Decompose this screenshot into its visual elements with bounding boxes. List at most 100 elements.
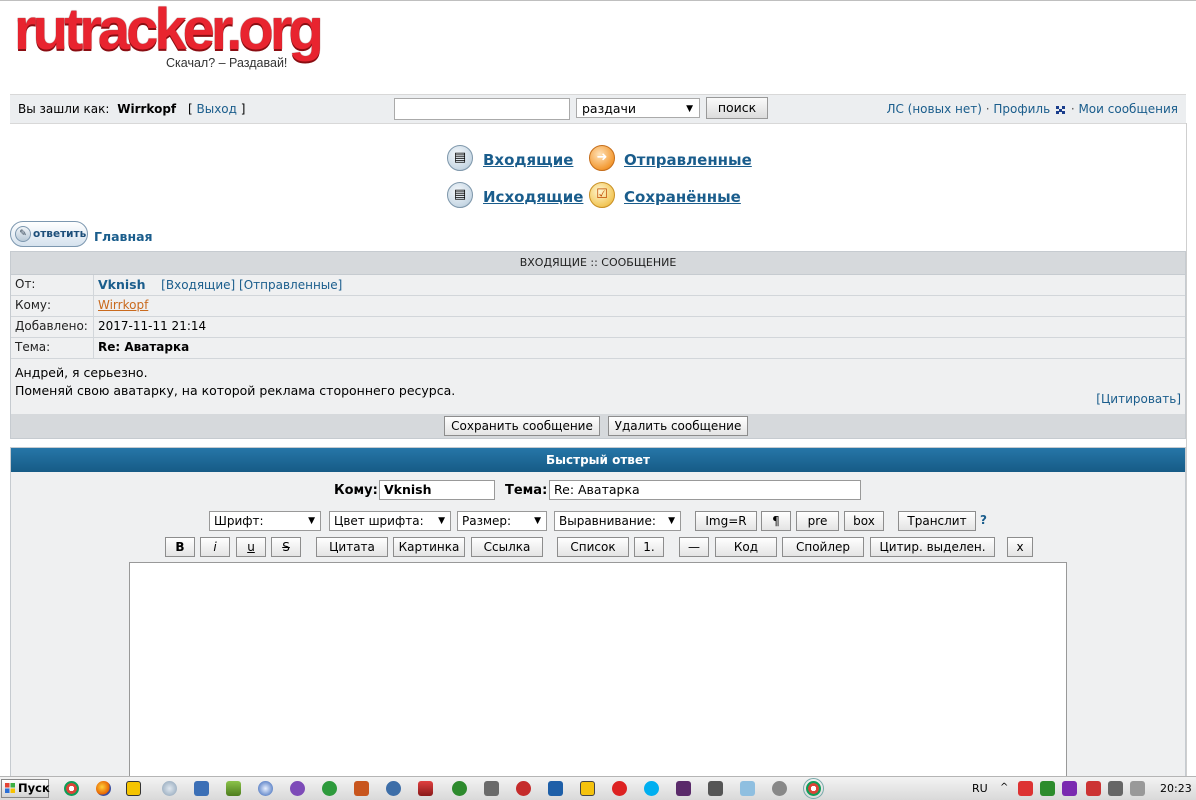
font-select[interactable]: Шрифт: ▼ (209, 511, 321, 531)
chrome-icon[interactable] (64, 781, 79, 796)
saved-link[interactable]: Сохранённые (624, 188, 741, 206)
app-icon-10[interactable] (354, 781, 369, 796)
firefox-icon[interactable] (96, 781, 111, 796)
quote-link[interactable]: [Цитировать] (1096, 392, 1181, 406)
my-posts-link[interactable]: Мои сообщения (1078, 102, 1178, 116)
app-icon-18[interactable] (612, 781, 627, 796)
app-icon-15[interactable] (516, 781, 531, 796)
profile-link[interactable]: Профиль (993, 102, 1050, 116)
app-icon-6[interactable] (226, 781, 241, 796)
login-info: Вы зашли как: Wirrkopf [ Выход ] (18, 102, 246, 116)
start-button[interactable]: Пуск (1, 779, 50, 798)
app-icon-22[interactable] (740, 781, 755, 796)
app-icon-17[interactable] (580, 781, 595, 796)
close-tags-button[interactable]: x (1007, 537, 1033, 557)
reply-button-label: ответить (33, 228, 87, 240)
saved-check-icon: ☑ (589, 182, 615, 208)
date-row: Добавлено: 2017-11-11 21:14 (11, 317, 1185, 338)
tray-icon-2[interactable] (1040, 781, 1055, 796)
reply-button[interactable]: ✎ ответить (10, 221, 88, 247)
translit-button[interactable]: Транслит (898, 511, 976, 531)
app-icon-21[interactable] (708, 781, 723, 796)
tray-icon-1[interactable] (1018, 781, 1033, 796)
logout-link[interactable]: Выход (196, 102, 236, 116)
message-textarea[interactable] (129, 562, 1067, 788)
to-user-link[interactable]: Wirrkopf (98, 296, 148, 315)
help-link[interactable]: ? (980, 513, 987, 527)
aimp-icon[interactable] (126, 781, 141, 796)
user-bar: Вы зашли как: Wirrkopf [ Выход ] раздачи… (10, 94, 1186, 124)
numbered-list-button[interactable]: 1. (634, 537, 664, 557)
logo-text: rutracker.org (14, 0, 324, 62)
box-button[interactable]: box (844, 511, 884, 531)
outbox-link[interactable]: Исходящие (483, 188, 583, 206)
page-right-border (1186, 123, 1187, 776)
to-label: Кому: (15, 298, 52, 312)
chrome-active-icon[interactable] (803, 778, 824, 799)
skype-icon[interactable] (644, 781, 659, 796)
language-indicator[interactable]: RU (972, 782, 988, 795)
qr-to-input[interactable]: Vknish (379, 480, 495, 500)
outbox-icon: ▤ (447, 182, 473, 208)
sent-link[interactable]: Отправленные (624, 151, 752, 169)
underline-button[interactable]: u (236, 537, 266, 557)
search-scope-select[interactable]: раздачи ▼ (576, 98, 700, 118)
save-message-button[interactable]: Сохранить сообщение (444, 416, 600, 436)
breadcrumb-home[interactable]: Главная (94, 229, 153, 244)
link-button[interactable]: Ссылка (471, 537, 543, 557)
list-button[interactable]: Список (557, 537, 629, 557)
app-icon-5[interactable] (194, 781, 209, 796)
hr-button[interactable]: — (679, 537, 709, 557)
viber-icon[interactable] (290, 781, 305, 796)
app-icon-16[interactable] (548, 781, 563, 796)
quote-selected-button[interactable]: Цитир. выделен. (870, 537, 995, 557)
delete-message-button[interactable]: Удалить сообщение (608, 416, 748, 436)
spoiler-button[interactable]: Спойлер (782, 537, 864, 557)
image-button[interactable]: Картинка (393, 537, 465, 557)
search-scope-value: раздачи (582, 101, 637, 116)
app-icon-11[interactable] (386, 781, 401, 796)
profile-menu-icon[interactable] (1055, 105, 1065, 114)
logo-slogan: Скачал? – Раздавай! (166, 56, 288, 70)
app-icon-14[interactable] (484, 781, 499, 796)
font-size-select[interactable]: Размер: ▼ (457, 511, 547, 531)
utorrent-icon[interactable] (322, 781, 337, 796)
search-input[interactable] (394, 98, 570, 120)
dropdown-arrow-icon: ▼ (438, 516, 445, 526)
qr-subject-input[interactable]: Re: Аватарка (549, 480, 861, 500)
strike-button[interactable]: S (271, 537, 301, 557)
app-icon-7[interactable] (258, 781, 273, 796)
message-body: Андрей, я серьезно. Поменяй свою аватарк… (11, 359, 1185, 417)
tray-icon-4[interactable] (1086, 781, 1101, 796)
windows-logo-icon (5, 783, 15, 793)
inbox-link[interactable]: Входящие (483, 151, 573, 169)
app-icon-12[interactable] (418, 781, 433, 796)
network-icon[interactable] (1108, 781, 1123, 796)
code-button[interactable]: Код (715, 537, 777, 557)
italic-button[interactable]: i (200, 537, 230, 557)
align-select[interactable]: Выравнивание: ▼ (554, 511, 681, 531)
date-label: Добавлено: (15, 319, 88, 333)
quick-reply-panel: Быстрый ответ Кому: Vknish Тема: Re: Ава… (10, 447, 1186, 788)
font-color-select[interactable]: Цвет шрифта: ▼ (329, 511, 451, 531)
img-r-button[interactable]: Img=R (695, 511, 757, 531)
paragraph-button[interactable]: ¶ (761, 511, 791, 531)
date-value: 2017-11-11 21:14 (98, 319, 207, 333)
subject-value: Re: Аватарка (98, 340, 190, 354)
search-button[interactable]: поиск (706, 97, 768, 119)
quote-button[interactable]: Цитата (316, 537, 388, 557)
app-icon-23[interactable] (772, 781, 787, 796)
volume-icon[interactable] (1130, 781, 1145, 796)
bold-button[interactable]: B (165, 537, 195, 557)
pm-link[interactable]: ЛС (новых нет) (886, 102, 981, 116)
app-icon-20[interactable] (676, 781, 691, 796)
site-logo[interactable]: rutracker.org Скачал? – Раздавай! (14, 0, 354, 74)
from-sent-link[interactable]: [Отправленные] (239, 278, 342, 292)
tray-icon-3[interactable] (1062, 781, 1077, 796)
from-inbox-link[interactable]: [Входящие] (161, 278, 235, 292)
app-icon-13[interactable] (452, 781, 467, 796)
app-icon-4[interactable] (162, 781, 177, 796)
pre-button[interactable]: pre (796, 511, 839, 531)
from-user-link[interactable]: Vknish (98, 277, 146, 292)
tray-expand-icon[interactable]: ^ (1000, 782, 1010, 794)
